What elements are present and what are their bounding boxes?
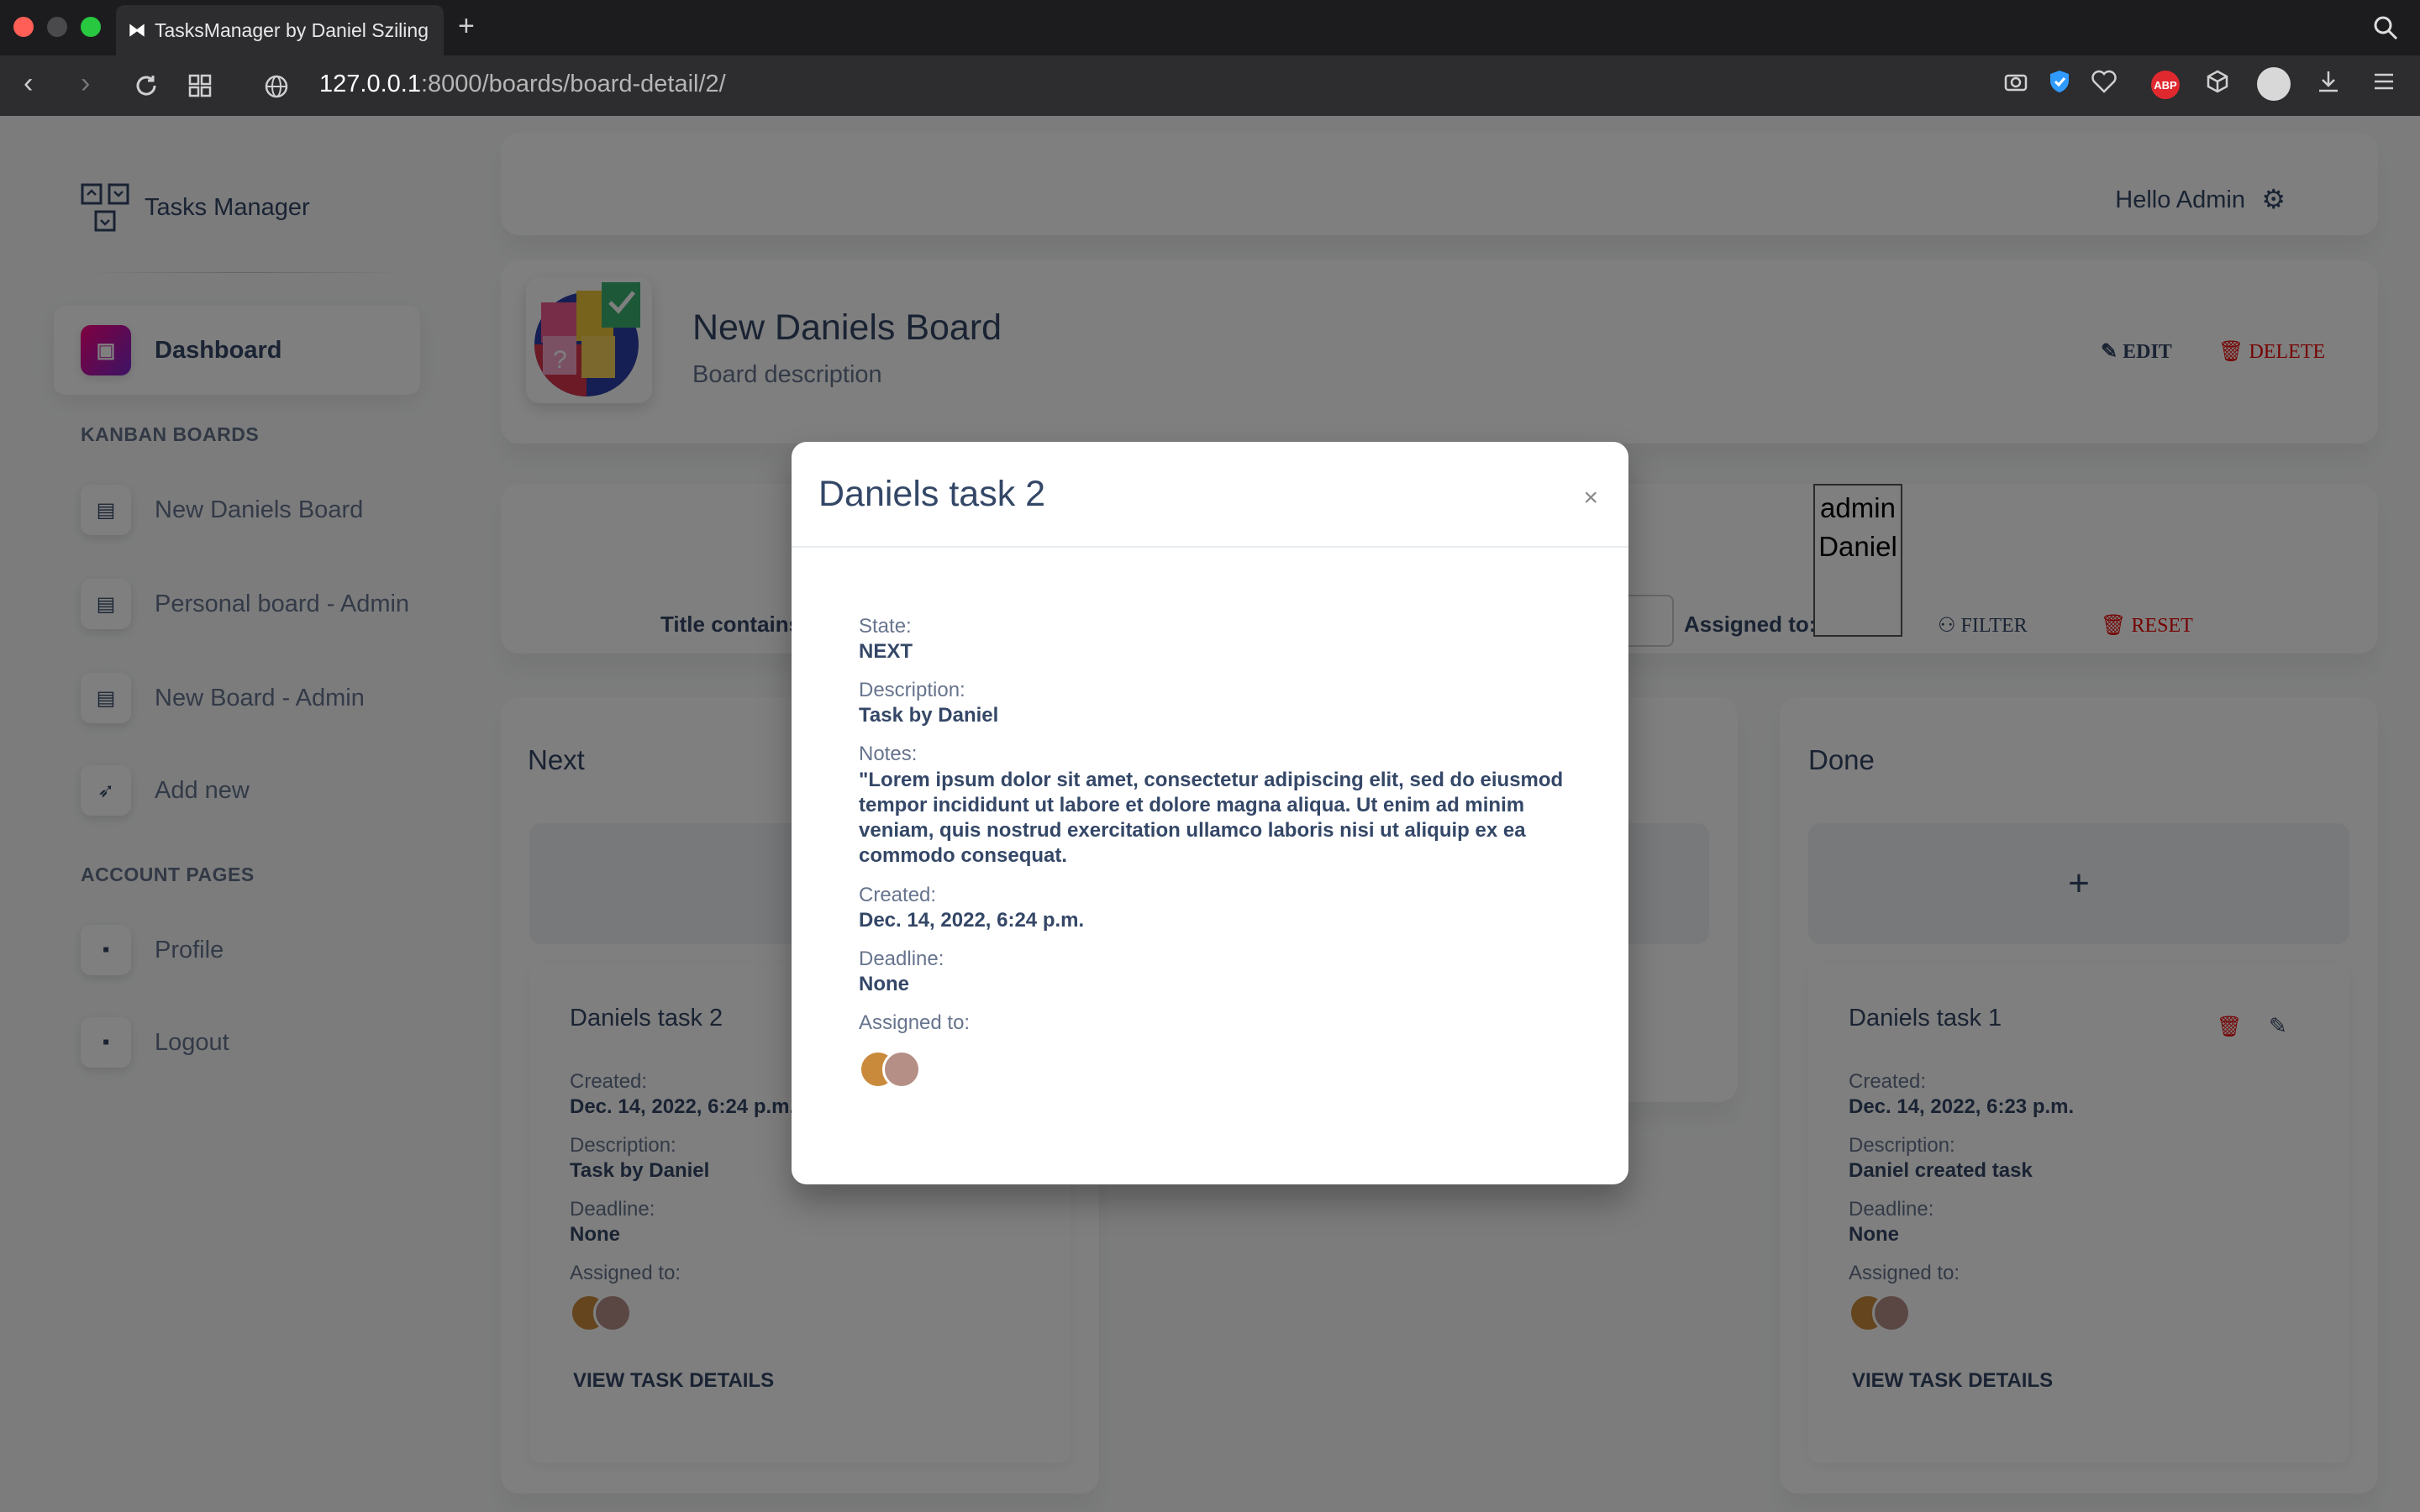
minimize-window-button[interactable]: [47, 17, 67, 37]
task-details-modal: Daniels task 2 × State: NEXT Description…: [792, 442, 1628, 1184]
profile-avatar-icon[interactable]: [2257, 67, 2291, 101]
download-icon[interactable]: [2316, 69, 2341, 94]
assigned-label: Assigned to:: [859, 1011, 971, 1034]
tab-title: TasksManager by Daniel Sziling: [155, 18, 429, 41]
notes-value: "Lorem ipsum dolor sit amet, consectetur…: [859, 769, 1564, 867]
reload-icon[interactable]: [133, 72, 160, 99]
heart-icon[interactable]: [2091, 69, 2118, 94]
menu-icon[interactable]: [2371, 69, 2396, 94]
cube-icon[interactable]: [2205, 69, 2230, 94]
deadline-label: Deadline:: [859, 948, 944, 970]
url-path: :8000/boards/board-detail/2/: [420, 71, 726, 97]
adblock-icon[interactable]: ABP: [2151, 71, 2180, 99]
forward-icon[interactable]: ›: [81, 67, 90, 100]
back-icon[interactable]: ‹: [24, 67, 33, 100]
favicon-icon: ⧓: [128, 19, 146, 40]
address-bar: ‹ › 127.0.0.1:8000/boards/board-detail/2…: [0, 55, 2420, 117]
browser-tab[interactable]: ⧓ TasksManager by Daniel Sziling: [116, 5, 444, 55]
modal-divider: [792, 546, 1628, 548]
globe-icon: [265, 75, 288, 98]
modal-title: Daniels task 2: [818, 474, 1046, 514]
new-tab-icon[interactable]: +: [458, 10, 475, 43]
camera-icon[interactable]: [2003, 69, 2028, 94]
search-icon[interactable]: [2373, 15, 2398, 40]
assignee-avatars: [859, 1050, 921, 1089]
state-label: State:: [859, 615, 912, 638]
browser-titlebar: ⧓ TasksManager by Daniel Sziling +: [0, 0, 2420, 55]
avatar: [882, 1050, 921, 1089]
maximize-window-button[interactable]: [81, 17, 101, 37]
description-value: Task by Daniel: [859, 704, 999, 727]
notes-label: Notes:: [859, 743, 918, 765]
url-field[interactable]: 127.0.0.1:8000/boards/board-detail/2/: [319, 71, 726, 98]
close-window-button[interactable]: [13, 17, 34, 37]
created-value: Dec. 14, 2022, 6:24 p.m.: [859, 909, 1085, 932]
close-icon[interactable]: ×: [1583, 484, 1598, 512]
created-label: Created:: [859, 884, 937, 906]
description-label: Description:: [859, 679, 965, 701]
url-host: 127.0.0.1: [319, 71, 421, 97]
shield-icon[interactable]: [2047, 69, 2072, 94]
tabs-grid-icon[interactable]: [188, 74, 212, 97]
deadline-value: None: [859, 973, 909, 995]
state-value: NEXT: [859, 640, 913, 663]
